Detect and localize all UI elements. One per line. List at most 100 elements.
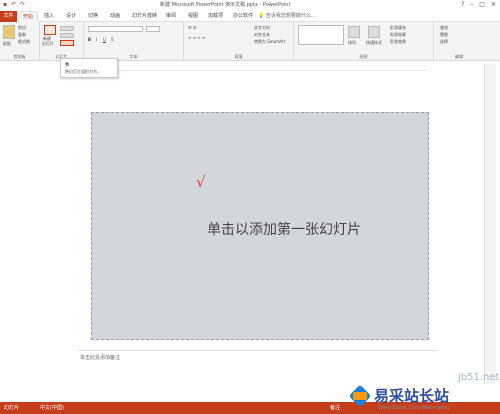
format-painter-button[interactable]: 格式刷: [18, 39, 30, 45]
ruler-tick: ·: [75, 312, 76, 316]
tab-design[interactable]: 设计: [66, 12, 76, 19]
new-slide-label-2[interactable]: 幻灯片: [42, 41, 54, 47]
ruler-tick: ·: [396, 64, 397, 68]
quick-styles-button[interactable]: 快速样式: [366, 40, 382, 46]
ruler-tick: ·: [75, 252, 76, 256]
watermark-logo-accent-icon: [353, 392, 367, 400]
ruler-tick: ·: [416, 64, 417, 68]
notes-placeholder[interactable]: 单击此处添加备注: [80, 354, 120, 361]
clipboard-group: 粘贴 剪切 复制 格式刷 剪贴板: [0, 22, 40, 61]
ruler-tick: ·: [75, 122, 76, 126]
smartart-button[interactable]: 转换为 SmartArt: [254, 39, 285, 45]
tooltip-description: 将幻灯片组织为节。: [65, 69, 101, 74]
tooltip-title: 节: [65, 62, 69, 67]
shadow-button[interactable]: S: [111, 37, 114, 42]
ruler-tick: ·: [75, 182, 76, 186]
tell-me-box[interactable]: 💡 告诉我您想要做什么...: [258, 12, 316, 19]
redo-icon[interactable]: ↷: [20, 1, 25, 8]
watermark-top-text: jb51.net: [458, 372, 500, 383]
ruler-tick: ·: [216, 64, 217, 68]
cut-button[interactable]: 剪切: [18, 25, 26, 31]
tell-me-text: 告诉我您想要做什么...: [265, 13, 316, 19]
ruler-tick: ·: [75, 162, 76, 166]
quick-styles-icon[interactable]: [368, 26, 380, 38]
section-button[interactable]: [60, 40, 74, 46]
shape-effects-button[interactable]: 形状效果: [390, 39, 406, 45]
ruler-tick: ·: [176, 64, 177, 68]
ruler-tick: ·: [306, 64, 307, 68]
ruler-tick: ·: [75, 272, 76, 276]
replace-button[interactable]: 替换: [440, 32, 448, 38]
bullets-button[interactable]: ☰ ☰: [188, 25, 196, 30]
notes-divider: [78, 350, 438, 351]
ruler-tick: ·: [75, 132, 76, 136]
new-slide-icon[interactable]: [44, 25, 56, 35]
align-text-button[interactable]: 对齐文本: [254, 32, 270, 38]
tab-transitions[interactable]: 切换: [88, 12, 98, 19]
paragraph-group-label: 段落: [234, 54, 243, 59]
ruler-tick: ·: [75, 222, 76, 226]
ruler-tick: ·: [75, 262, 76, 266]
ruler-tick: ·: [146, 64, 147, 68]
underline-button[interactable]: U: [103, 37, 106, 42]
maximize-icon[interactable]: □: [479, 1, 485, 8]
minimize-icon[interactable]: –: [470, 1, 473, 8]
ruler-tick: ·: [346, 64, 347, 68]
ruler-tick: ·: [376, 64, 377, 68]
arrange-button[interactable]: 排列: [348, 40, 356, 46]
watermark-brand: 易采站长站: [374, 387, 450, 405]
tab-insert[interactable]: 插入: [44, 12, 54, 19]
window-controls: ? – □ ✕: [461, 1, 496, 8]
italic-button[interactable]: I: [96, 37, 97, 42]
vertical-ruler: · · · · · · · · · · · · · · · · · · · · · · ·: [74, 112, 81, 342]
reset-button[interactable]: [60, 33, 74, 38]
ruler-tick: ·: [336, 64, 337, 68]
tab-slideshow[interactable]: 幻灯片放映: [132, 12, 157, 19]
ruler-tick: ·: [246, 64, 247, 68]
watermark-url: Www.Easck.Com Webmaster: [378, 405, 450, 411]
ruler-tick: ·: [386, 64, 387, 68]
ruler-tick: ·: [75, 302, 76, 306]
add-first-slide-text[interactable]: 单击以添加第一张幻灯片: [207, 219, 361, 239]
ruler-tick: ·: [75, 202, 76, 206]
font-name-dropdown[interactable]: [88, 26, 143, 32]
tab-file[interactable]: 文件: [0, 11, 17, 22]
close-icon[interactable]: ✕: [491, 1, 496, 8]
tab-addins[interactable]: 加载项: [208, 12, 223, 19]
paste-icon[interactable]: [3, 25, 15, 39]
shape-fill-button[interactable]: 形状填充: [390, 25, 406, 31]
ruler-tick: ·: [75, 242, 76, 246]
undo-icon[interactable]: ↶: [11, 1, 16, 8]
ruler-tick: ·: [75, 152, 76, 156]
status-notes-button[interactable]: 备注: [330, 404, 340, 411]
tab-view[interactable]: 视图: [188, 12, 198, 19]
ruler-tick: ·: [226, 64, 227, 68]
find-button[interactable]: 查找: [440, 25, 448, 31]
editing-group-label: 编辑: [455, 54, 463, 59]
select-button[interactable]: 选择: [440, 39, 448, 45]
layout-button[interactable]: [60, 26, 74, 31]
tab-office[interactable]: 办公软件: [233, 12, 253, 19]
paste-label[interactable]: 粘贴: [3, 41, 11, 47]
slide-placeholder[interactable]: √ 单击以添加第一张幻灯片: [91, 112, 429, 340]
tab-animations[interactable]: 动画: [110, 12, 120, 19]
checkmark-annotation: √: [196, 173, 206, 191]
status-language[interactable]: 中文(中国): [40, 404, 64, 411]
align-buttons[interactable]: ≡ ≡ ≡ ≡: [188, 35, 205, 40]
ruler-tick: ·: [75, 332, 76, 336]
ruler-tick: ·: [75, 112, 76, 116]
font-size-dropdown[interactable]: [146, 26, 160, 32]
save-icon[interactable]: ▪: [3, 1, 7, 8]
bold-button[interactable]: B: [88, 37, 91, 42]
vertical-scrollbar[interactable]: [484, 64, 496, 384]
ruler-tick: ·: [75, 192, 76, 196]
help-icon[interactable]: ?: [461, 1, 464, 8]
tab-review[interactable]: 审阅: [166, 12, 176, 19]
arrange-icon[interactable]: [348, 26, 360, 38]
shapes-gallery[interactable]: [298, 25, 344, 45]
text-direction-button[interactable]: 文字方向: [254, 25, 270, 31]
copy-button[interactable]: 复制: [18, 32, 26, 38]
shape-outline-button[interactable]: 形状轮廓: [390, 32, 406, 38]
ruler-tick: ·: [276, 64, 277, 68]
tab-home[interactable]: 开始: [18, 11, 38, 22]
